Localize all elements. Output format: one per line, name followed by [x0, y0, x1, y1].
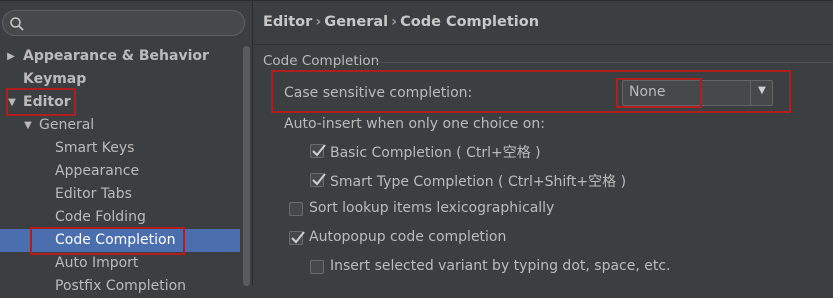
dropdown-value: None — [629, 84, 666, 100]
tree-item-label: Editor — [23, 94, 71, 110]
section-divider — [376, 62, 833, 63]
tree-item-label: Code Completion — [55, 232, 176, 248]
header-divider — [253, 44, 833, 45]
triangle-down-icon[interactable]: ▼ — [7, 91, 17, 114]
case-sensitive-dropdown[interactable]: None ▼ — [622, 80, 773, 106]
tree-item-general[interactable]: ▼ General — [0, 114, 240, 137]
tree-item-code-completion[interactable]: Code Completion — [0, 229, 240, 252]
triangle-right-icon[interactable]: ▶ — [6, 45, 16, 68]
sort-lookup-label[interactable]: Sort lookup items lexicographically — [309, 200, 554, 216]
checkmark-icon — [291, 231, 305, 244]
breadcrumb: Editor › General › Code Completion — [263, 14, 539, 30]
case-sensitive-label: Case sensitive completion: — [284, 85, 473, 101]
breadcrumb-item[interactable]: Editor — [263, 14, 312, 30]
tree-item-keymap[interactable]: Keymap — [0, 68, 240, 91]
tree-item-label: Keymap — [23, 71, 87, 87]
breadcrumb-item[interactable]: General — [324, 14, 388, 30]
caret-down-icon[interactable]: ▼ — [753, 85, 771, 96]
sidebar-scrollbar-thumb[interactable] — [243, 46, 250, 286]
tree-item-smart-keys[interactable]: Smart Keys — [0, 137, 240, 160]
tree-item-label: Postfix Completion — [55, 278, 187, 294]
smart-type-completion-checkbox[interactable] — [310, 173, 326, 187]
settings-search-field[interactable] — [2, 10, 245, 36]
tree-item-label: Code Folding — [55, 209, 146, 225]
insert-variant-checkbox[interactable] — [310, 260, 324, 274]
smart-type-completion-label[interactable]: Smart Type Completion ( Ctrl+Shift+空格 ) — [330, 171, 626, 191]
basic-completion-label[interactable]: Basic Completion ( Ctrl+空格 ) — [330, 142, 541, 162]
sort-lookup-checkbox[interactable] — [289, 202, 303, 216]
chevron-right-icon: › — [315, 14, 322, 30]
autopopup-checkbox[interactable] — [289, 231, 305, 245]
insert-variant-label[interactable]: Insert selected variant by typing dot, s… — [330, 258, 671, 274]
dropdown-separator — [750, 81, 751, 105]
tree-item-editor-tabs[interactable]: Editor Tabs — [0, 183, 240, 206]
tree-item-label: Appearance — [55, 163, 140, 179]
section-title: Code Completion — [263, 53, 380, 69]
checkmark-icon — [312, 173, 326, 186]
tree-item-editor[interactable]: ▼ Editor — [0, 91, 240, 114]
tree-item-auto-import[interactable]: Auto Import — [0, 252, 240, 275]
tree-item-label: Appearance & Behavior — [23, 48, 209, 64]
tree-item-label: Editor Tabs — [55, 186, 132, 202]
auto-insert-label: Auto-insert when only one choice on: — [284, 116, 545, 132]
tree-item-postfix-completion[interactable]: Postfix Completion — [0, 275, 240, 298]
basic-completion-checkbox[interactable] — [310, 144, 326, 158]
tree-item-label: General — [39, 117, 95, 133]
chevron-right-icon: › — [391, 14, 398, 30]
breadcrumb-item: Code Completion — [400, 14, 540, 30]
checkmark-icon — [312, 144, 326, 157]
tree-item-appearance[interactable]: Appearance — [0, 160, 240, 183]
tree-item-code-folding[interactable]: Code Folding — [0, 206, 240, 229]
search-icon — [10, 17, 24, 31]
tree-item-appearance-behavior[interactable]: ▶ Appearance & Behavior — [0, 45, 240, 68]
triangle-down-icon[interactable]: ▼ — [23, 114, 33, 137]
tree-item-label: Auto Import — [55, 255, 139, 271]
autopopup-label[interactable]: Autopopup code completion — [309, 229, 506, 245]
tree-item-label: Smart Keys — [55, 140, 135, 156]
